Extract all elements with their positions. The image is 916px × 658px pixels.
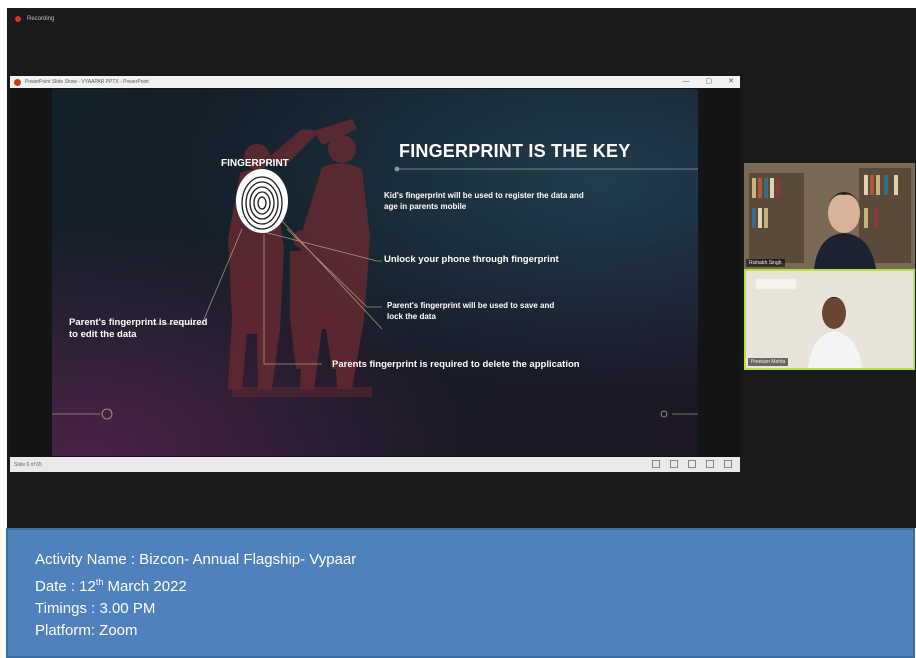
slide-number: Slide 6 of 65 [14,461,42,468]
participant-video-2-active-speaker[interactable]: Preetam Mehta [744,269,915,370]
participant-background [746,271,913,368]
activity-date: Date : 12th March 2022 [35,577,187,595]
recording-dot-icon [15,16,21,22]
fingerprint-label: FINGERPRINT [221,158,289,169]
activity-name: Activity Name : Bizcon- Annual Flagship-… [35,551,357,568]
minimize-button[interactable]: — [683,76,690,88]
participant-name-2: Preetam Mehta [748,358,789,366]
activity-timings: Timings : 3.00 PM [35,600,156,617]
fingerprint-icon [236,169,288,233]
ppt-titlebar: PowerPoint Slide Show - VYAAPAR PPTX - P… [10,76,740,88]
ppt-window-title: PowerPoint Slide Show - VYAAPAR PPTX - P… [25,79,149,85]
powerpoint-window: PowerPoint Slide Show - VYAAPAR PPTX - P… [10,76,740,472]
slide-canvas: FINGERPRINT IS THE KEY FINGERPRINT Kid's… [52,89,698,456]
pen-tool-icon[interactable] [670,460,678,468]
slide-title: FINGERPRINT IS THE KEY [399,141,631,161]
more-options-icon[interactable] [724,460,732,468]
bookshelf-background [744,163,915,269]
ppt-status-bar: Slide 6 of 65 [10,457,740,472]
participant-name-1: Rishabh Singh [746,259,785,267]
recording-indicator: Recording [15,16,54,22]
zoom-icon[interactable] [706,460,714,468]
restore-button[interactable]: ▢ [706,76,713,88]
participant-video-1[interactable]: Rishabh Singh [744,163,915,269]
previous-slide-icon[interactable] [652,460,660,468]
point-register: Kid's fingerprint will be used to regist… [384,191,584,211]
page-marker-icon [101,408,668,420]
point-unlock: Unlock your phone through fingerprint [384,254,559,265]
activity-info-text: Activity Name : Bizcon- Annual Flagship-… [35,549,356,642]
window-controls: — ▢ ✕ [683,76,735,88]
powerpoint-logo-icon [14,78,21,86]
point-save: Parent's fingerprint will be used to sav… [387,301,555,321]
recording-label: Recording [27,16,55,22]
point-delete: Parents fingerprint is required to delet… [332,359,580,370]
close-button[interactable]: ✕ [728,76,734,88]
point-edit: Parent's fingerprint is required to edit… [69,317,208,340]
activity-info-banner: Activity Name : Bizcon- Annual Flagship-… [6,528,915,658]
activity-platform: Platform: Zoom [35,622,138,639]
slideshow-controls [652,460,732,468]
see-all-slides-icon[interactable] [688,460,696,468]
